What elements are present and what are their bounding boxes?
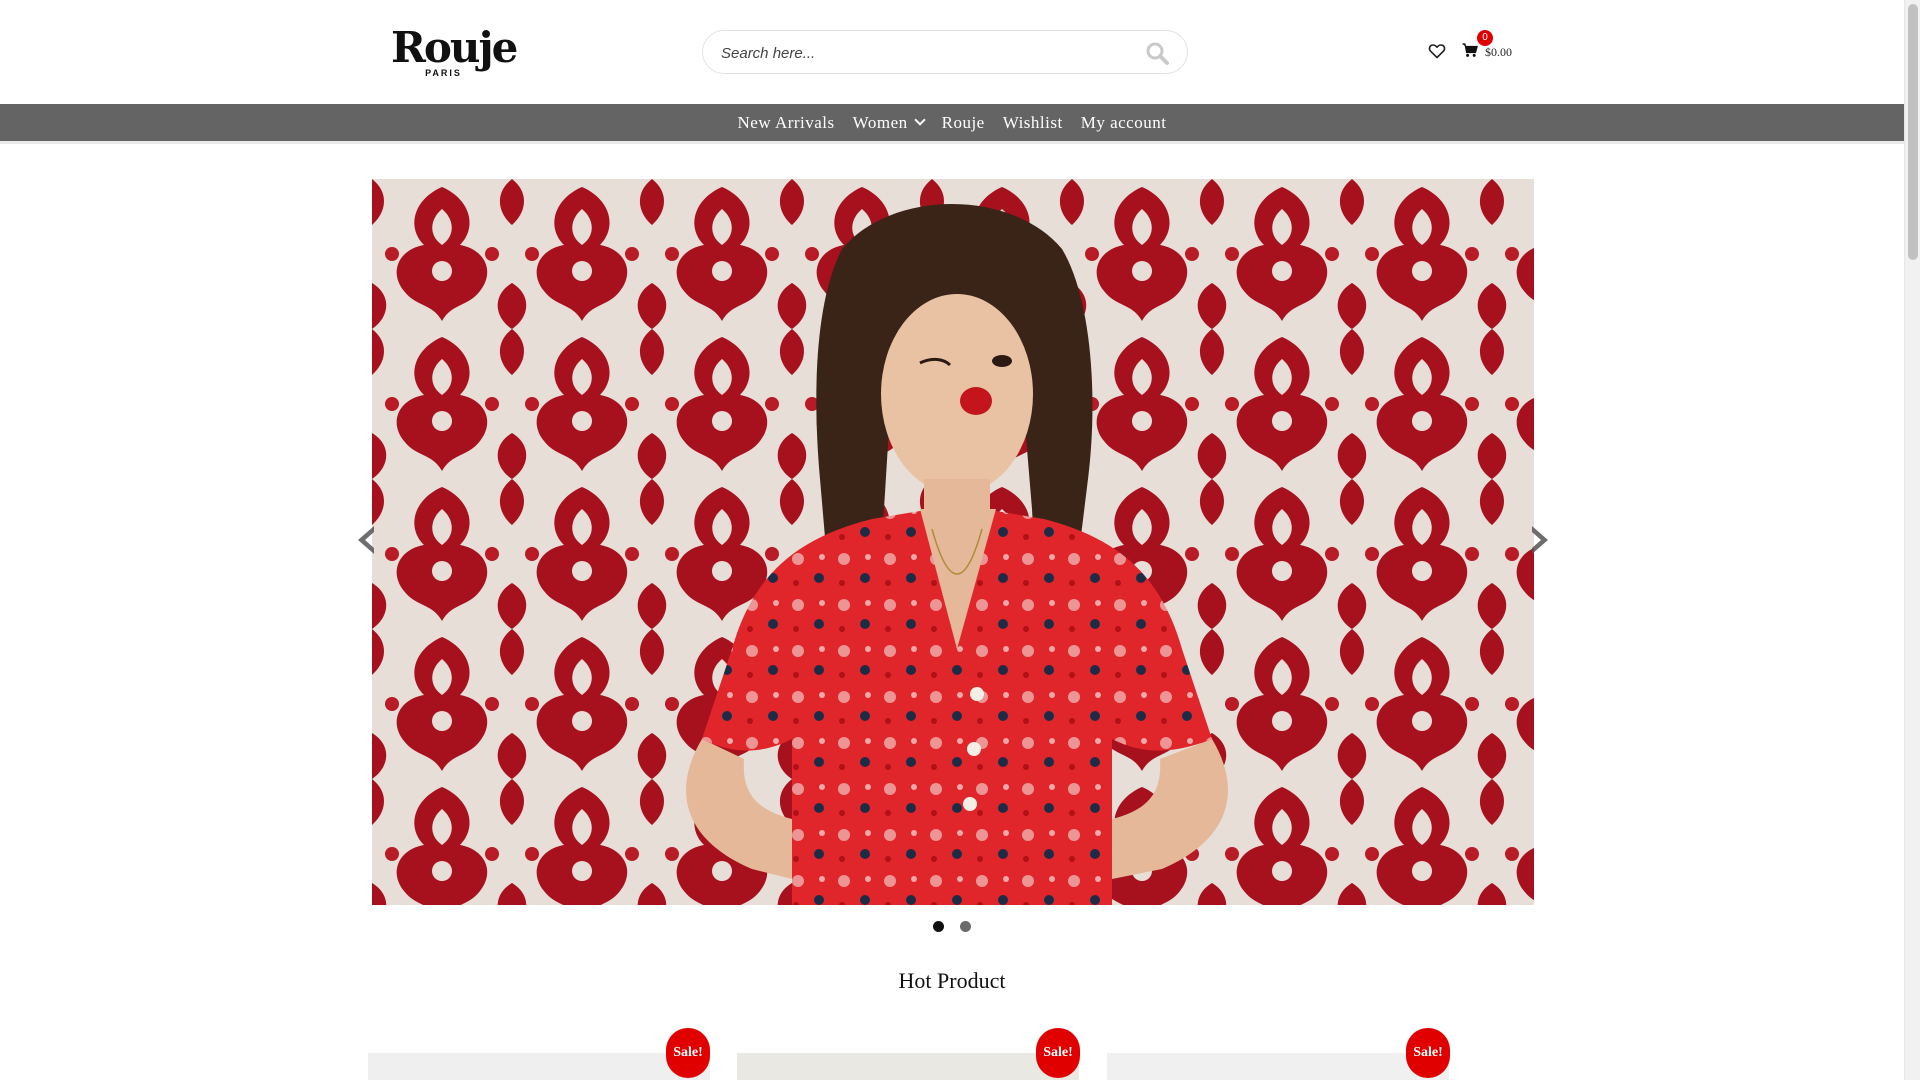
search-button[interactable] [1143,39,1173,67]
site-header: Rouje PARIS 0 $0.00 [0,0,1904,104]
product-image [368,1053,710,1080]
arrow-left-icon [358,526,374,554]
hero-image [372,179,1534,905]
nav-item-label: Women [852,113,908,132]
product-image [1107,1053,1449,1080]
main-nav: New Arrivals Women Rouje Wishlist My acc… [0,104,1904,144]
sale-badge: Sale! [666,1028,710,1078]
nav-item-label: Wishlist [1002,113,1063,132]
logo-wordmark: Rouje [391,23,518,72]
nav-item-label: My account [1080,113,1167,132]
cart-button[interactable]: 0 $0.00 [1462,30,1522,64]
cart-icon [1462,43,1478,57]
slider-prev-button[interactable] [354,524,378,556]
nav-item-label: Rouje [941,113,985,132]
nav-item-women[interactable]: Women [852,104,926,141]
slider-dot-1[interactable] [933,921,944,932]
chevron-down-icon [913,114,926,126]
sale-badge: Sale! [1406,1028,1450,1078]
product-card[interactable]: Sale! [368,1028,710,1080]
product-image [737,1053,1079,1080]
nav-item-wishlist[interactable]: Wishlist [1003,104,1063,141]
search-icon [1146,42,1169,65]
nav-item-my-account[interactable]: My account [1081,104,1167,141]
search-input[interactable] [721,41,1121,65]
sale-badge: Sale! [1036,1028,1080,1078]
slider-pagination [0,919,1904,932]
nav-item-label: New Arrivals [737,113,835,132]
slider-dot-2[interactable] [960,921,971,932]
section-title-hot-product: Hot Product [898,968,1006,993]
product-card[interactable]: Sale! [1107,1028,1450,1080]
search-bar [702,30,1188,74]
cart-total: $0.00 [1485,45,1512,59]
cart-count-badge: 0 [1477,30,1493,46]
logo[interactable]: Rouje PARIS [391,23,518,79]
heart-icon [1428,44,1446,59]
nav-item-new-arrivals[interactable]: New Arrivals [738,104,835,141]
hero-slider[interactable] [372,179,1534,905]
slider-next-button[interactable] [1528,524,1552,556]
arrow-right-icon [1532,526,1548,554]
scrollbar-thumb[interactable] [1908,4,1918,260]
wishlist-button[interactable] [1428,42,1446,60]
product-card[interactable]: Sale! [737,1028,1080,1080]
page-scrollbar[interactable] [1904,0,1920,1080]
nav-item-rouje[interactable]: Rouje [942,104,985,141]
